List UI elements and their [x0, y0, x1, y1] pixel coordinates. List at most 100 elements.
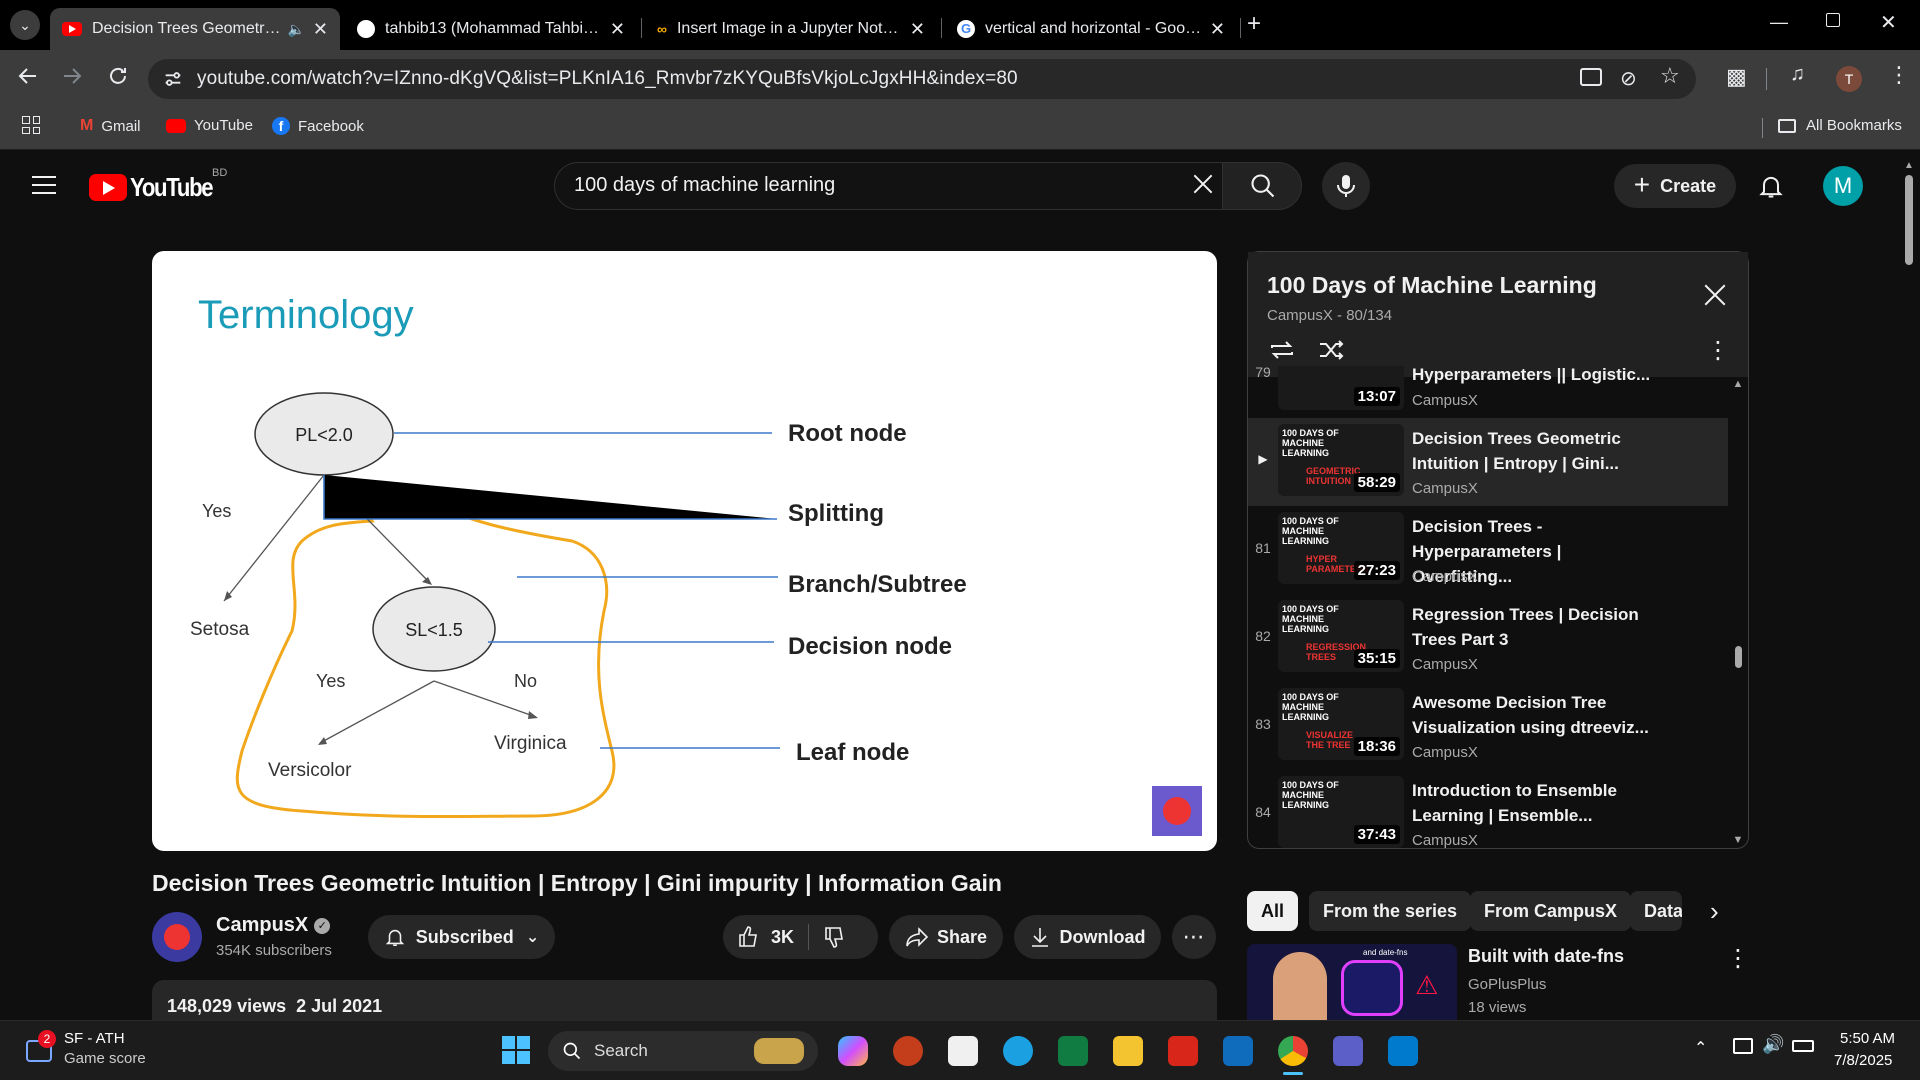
recommended-thumbnail[interactable]: and date-fns ⚠ — [1247, 944, 1457, 1020]
bookmark-gmail[interactable]: M Gmail — [80, 117, 141, 135]
like-button[interactable]: 3K — [723, 925, 794, 949]
recommended-channel[interactable]: GoPlusPlus — [1468, 976, 1546, 993]
playlist-item[interactable]: 82 100 DAYS OF MACHINE LEARNING REGRESSI… — [1248, 596, 1728, 684]
video-player[interactable]: Terminology PL<2.0 Yes No Setosa SL<1.5 … — [152, 251, 1217, 851]
chrome-icon[interactable] — [1278, 1036, 1308, 1066]
window-close-button[interactable]: ✕ — [1880, 10, 1897, 35]
tab-search-button[interactable]: ⌄ — [10, 10, 40, 40]
playlist-item-title: Introduction to Ensemble Learning | Ense… — [1412, 781, 1617, 825]
bookmark-youtube[interactable]: YouTube — [166, 117, 253, 134]
forward-button[interactable] — [60, 64, 84, 88]
verified-badge-icon: ✓ — [314, 917, 331, 934]
vscode-icon[interactable] — [1388, 1036, 1418, 1066]
tab-2[interactable]: ∞ Insert Image in a Jupyter Notebook ✕ — [645, 8, 937, 50]
warning-icon: ⚠ — [1415, 970, 1439, 1000]
chip-from-campusx[interactable]: From CampusX — [1470, 891, 1632, 931]
channel-name[interactable]: CampusX ✓ — [216, 914, 331, 937]
network-icon[interactable] — [1733, 1038, 1753, 1054]
account-avatar[interactable]: M — [1823, 166, 1863, 206]
guide-menu-icon[interactable] — [32, 176, 56, 194]
microsoft-store-icon[interactable] — [948, 1036, 978, 1066]
file-explorer-icon[interactable] — [1113, 1036, 1143, 1066]
extensions-icon[interactable]: ▩ — [1726, 64, 1747, 90]
playlist-title[interactable]: 100 Days of Machine Learning — [1267, 272, 1597, 299]
clock-date[interactable]: 7/8/2025 — [1834, 1052, 1892, 1069]
close-playlist-icon[interactable] — [1702, 282, 1728, 308]
site-info-icon[interactable] — [162, 68, 184, 90]
eye-off-icon[interactable]: ⊘ — [1620, 66, 1637, 91]
start-button[interactable] — [502, 1036, 530, 1064]
install-app-icon[interactable] — [1580, 68, 1602, 86]
minimize-button[interactable]: — — [1770, 12, 1788, 33]
download-button[interactable]: Download — [1014, 915, 1161, 959]
outlook-icon[interactable] — [1223, 1036, 1253, 1066]
url-text[interactable]: youtube.com/watch?v=IZnno-dKgVQ&list=PLK… — [197, 68, 1018, 90]
apps-grid-icon[interactable] — [22, 116, 40, 134]
youtube-logo[interactable]: YouTube — [89, 172, 227, 203]
tab-0[interactable]: Decision Trees Geometric Intuition | Ent… — [50, 8, 340, 50]
chip-data[interactable]: Data — [1630, 891, 1682, 931]
clear-search-icon[interactable] — [1190, 171, 1216, 197]
close-icon[interactable]: ✕ — [610, 19, 625, 40]
chrome-menu-icon[interactable]: ⋮ — [1888, 62, 1910, 88]
edge-label-yes-2: Yes — [316, 671, 345, 691]
page-scrollbar[interactable]: ▲ — [1904, 160, 1914, 1020]
weather-widget[interactable]: 2 SF - ATH Game score — [22, 1030, 202, 1072]
playlist-item-channel: CampusX — [1412, 744, 1478, 761]
chip-from-series[interactable]: From the series — [1309, 891, 1472, 931]
taskbar-search[interactable]: Search — [548, 1031, 818, 1071]
search-input[interactable]: 100 days of machine learning — [574, 174, 835, 197]
scrollbar-thumb — [1735, 646, 1742, 668]
voice-search-button[interactable] — [1322, 162, 1370, 210]
recommended-more-icon[interactable]: ⋮ — [1726, 944, 1750, 973]
excel-icon[interactable] — [1058, 1036, 1088, 1066]
all-bookmarks[interactable]: All Bookmarks — [1778, 117, 1902, 134]
close-icon[interactable]: ✕ — [1210, 19, 1225, 40]
notifications-bell-icon[interactable] — [1757, 172, 1785, 200]
slide-diagram: Terminology PL<2.0 Yes No Setosa SL<1.5 … — [190, 293, 1202, 836]
speaker-icon[interactable]: 🔈 — [287, 21, 304, 38]
bookmark-facebook[interactable]: f Facebook — [272, 117, 364, 135]
edge-icon[interactable] — [1003, 1036, 1033, 1066]
close-icon[interactable]: ✕ — [910, 19, 925, 40]
playlist-scrollbar[interactable]: ▲ ▼ — [1732, 378, 1744, 846]
copilot-icon[interactable] — [838, 1036, 868, 1066]
close-icon[interactable]: ✕ — [313, 19, 328, 40]
playlist-item-current[interactable]: ▶ 100 DAYS OF MACHINE LEARNING GEOMETRIC… — [1248, 420, 1728, 508]
powerpoint-icon[interactable] — [893, 1036, 923, 1066]
shuffle-icon[interactable] — [1318, 338, 1346, 362]
channel-avatar[interactable] — [152, 912, 202, 962]
more-actions-button[interactable]: ⋯ — [1172, 915, 1216, 959]
clock-time[interactable]: 5:50 AM — [1840, 1030, 1895, 1047]
new-tab-button[interactable]: + — [1247, 10, 1261, 38]
tab-3[interactable]: G vertical and horizontal - Google Searc… — [945, 8, 1237, 50]
chips-next-icon[interactable]: › — [1710, 896, 1719, 927]
create-button[interactable]: + Create — [1614, 164, 1736, 208]
thumbnail-brand: 100 DAYS OF MACHINE LEARNING — [1282, 604, 1339, 634]
dislike-button[interactable] — [823, 925, 847, 949]
volume-icon[interactable]: 🔊 — [1762, 1034, 1784, 1055]
playlist-item[interactable]: 83 100 DAYS OF MACHINE LEARNING VISUALIZ… — [1248, 684, 1728, 772]
tray-overflow-icon[interactable]: ⌃ — [1694, 1038, 1707, 1058]
tab-1[interactable]: tahbib13 (Mohammad Tahbib Ul Islam) ✕ — [345, 8, 637, 50]
google-favicon-icon: G — [957, 20, 975, 38]
reload-button[interactable] — [106, 64, 130, 88]
acrobat-icon[interactable] — [1168, 1036, 1198, 1066]
recommended-title[interactable]: Built with date-fns — [1468, 946, 1624, 967]
chip-all[interactable]: All — [1247, 891, 1299, 931]
restore-button[interactable] — [1826, 13, 1840, 27]
playlist-more-icon[interactable]: ⋮ — [1706, 336, 1730, 365]
media-controls-icon[interactable]: ♫ — [1790, 63, 1805, 86]
bookmark-star-icon[interactable]: ☆ — [1660, 63, 1680, 89]
playlist-item[interactable]: 79 13:07 Hyperparameters || Logistic... … — [1248, 366, 1728, 419]
profile-avatar[interactable]: T — [1836, 66, 1862, 92]
teams-icon[interactable] — [1333, 1036, 1363, 1066]
share-button[interactable]: Share — [889, 915, 1003, 959]
battery-icon[interactable] — [1792, 1040, 1814, 1052]
thumbs-up-icon — [737, 925, 761, 949]
playlist-item[interactable]: 81 100 DAYS OF MACHINE LEARNING HYPER PA… — [1248, 508, 1728, 596]
back-button[interactable] — [16, 64, 40, 88]
subscribed-button[interactable]: Subscribed ⌄ — [368, 915, 555, 959]
loop-icon[interactable] — [1268, 338, 1296, 362]
playlist-item[interactable]: 84 100 DAYS OF MACHINE LEARNING 37:43 In… — [1248, 772, 1728, 848]
